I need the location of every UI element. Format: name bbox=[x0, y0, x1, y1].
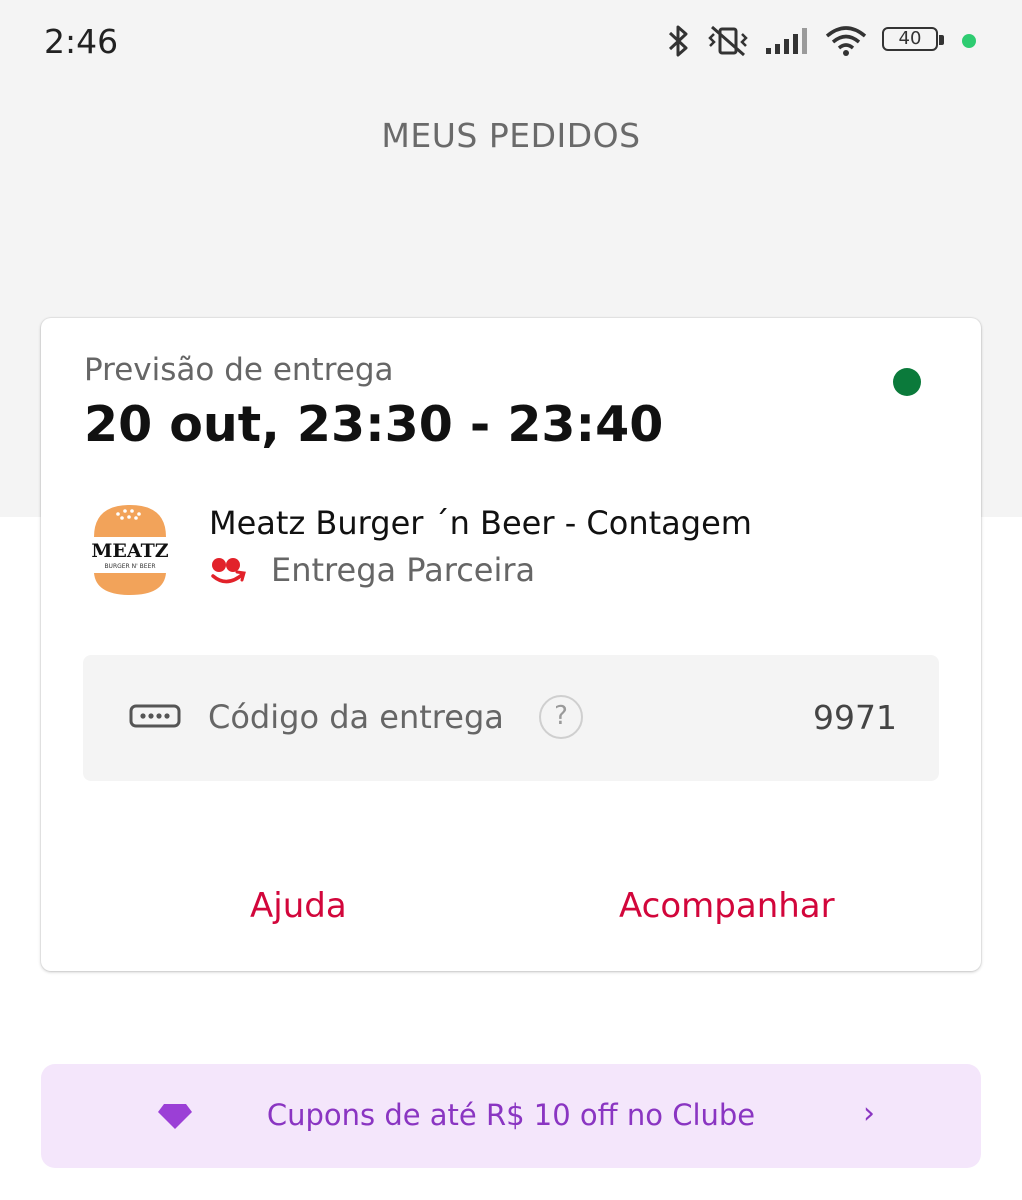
bluetooth-icon bbox=[668, 25, 688, 57]
store-logo-subtext: BURGER N' BEER bbox=[104, 563, 155, 570]
battery-icon: 40 bbox=[882, 27, 944, 55]
club-banner-text: Cupons de até R$ 10 off no Clube bbox=[266, 1098, 756, 1132]
eta-label: Previsão de entrega bbox=[84, 352, 394, 388]
wifi-icon bbox=[825, 26, 867, 56]
signal-icon bbox=[766, 28, 807, 54]
store-logo-text: MEATZ bbox=[91, 540, 168, 562]
active-indicator-dot bbox=[962, 34, 976, 48]
order-card[interactable]: Previsão de entrega 20 out, 23:30 - 23:4… bbox=[41, 318, 981, 971]
question-icon[interactable]: ? bbox=[539, 695, 583, 739]
delivery-code-value: 9971 bbox=[813, 698, 897, 737]
battery-level: 40 bbox=[898, 28, 922, 49]
status-bar: 2:46 40 bbox=[0, 0, 1022, 84]
help-button[interactable]: Ajuda bbox=[250, 886, 347, 926]
chevron-right-icon: › bbox=[863, 1096, 875, 1131]
track-order-button[interactable]: Acompanhar bbox=[619, 886, 835, 926]
eta-value: 20 out, 23:30 - 23:40 bbox=[84, 396, 664, 453]
status-icons: 40 bbox=[666, 20, 976, 62]
store-name: Meatz Burger ´n Beer - Contagem bbox=[209, 504, 752, 542]
vibrate-icon bbox=[708, 25, 748, 57]
club-coupons-banner[interactable]: Cupons de até R$ 10 off no Clube › bbox=[41, 1064, 981, 1168]
store-logo: MEATZ BURGER N' BEER bbox=[91, 505, 169, 595]
delivery-type-label: Entrega Parceira bbox=[271, 551, 536, 589]
password-icon bbox=[129, 704, 181, 728]
order-status-dot bbox=[893, 368, 921, 396]
partner-delivery-icon bbox=[211, 558, 246, 584]
delivery-code-box: Código da entrega ? 9971 bbox=[83, 655, 939, 781]
delivery-code-label: Código da entrega bbox=[208, 698, 504, 736]
status-time: 2:46 bbox=[44, 22, 119, 61]
page-title: MEUS PEDIDOS bbox=[381, 116, 641, 155]
